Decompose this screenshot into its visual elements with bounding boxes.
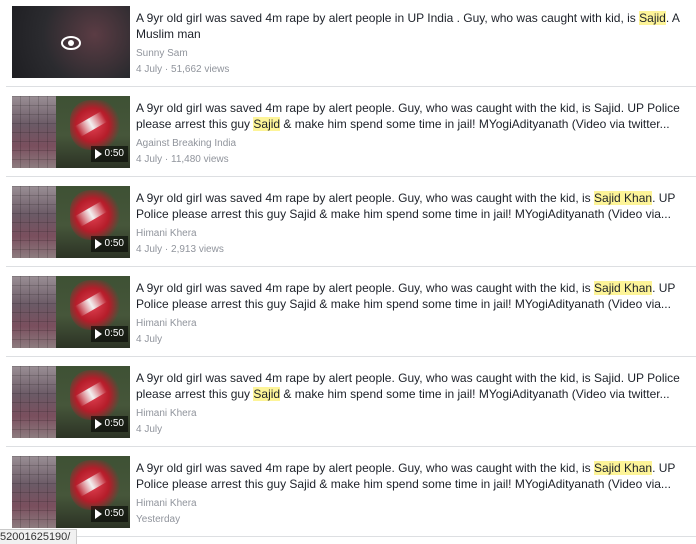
blurred-person	[12, 366, 56, 438]
play-icon	[94, 149, 102, 159]
duration-text: 0:50	[104, 508, 124, 519]
highlighted-keyword: Sajid Khan	[594, 281, 653, 295]
video-duration-badge: 0:50	[90, 146, 128, 162]
video-thumbnail[interactable]: 0:50	[12, 96, 130, 168]
eye-icon	[60, 32, 82, 54]
title-text: & make him spend some time in jail! MYog…	[280, 117, 670, 131]
result-content: A 9yr old girl was saved 4m rape by aler…	[136, 190, 692, 256]
result-title[interactable]: A 9yr old girl was saved 4m rape by aler…	[136, 370, 692, 402]
blurred-person	[12, 276, 56, 348]
result-row[interactable]: A 9yr old girl was saved 4m rape by aler…	[6, 0, 696, 87]
post-meta: 4 July · 51,662 views	[136, 64, 230, 75]
result-title[interactable]: A 9yr old girl was saved 4m rape by aler…	[136, 100, 692, 132]
duration-text: 0:50	[104, 418, 124, 429]
result-content: A 9yr old girl was saved 4m rape by aler…	[136, 100, 692, 166]
result-title[interactable]: A 9yr old girl was saved 4m rape by aler…	[136, 10, 692, 42]
highlighted-keyword: Sajid	[253, 117, 281, 131]
video-duration-badge: 0:50	[90, 326, 128, 342]
title-text: A 9yr old girl was saved 4m rape by aler…	[136, 281, 595, 295]
highlighted-keyword: Sajid Khan	[594, 191, 653, 205]
result-title[interactable]: A 9yr old girl was saved 4m rape by aler…	[136, 190, 692, 222]
post-meta: 4 July · 2,913 views	[136, 244, 224, 255]
status-bar-url: 52001625190/	[0, 529, 78, 544]
highlighted-keyword: Sajid	[253, 387, 281, 401]
play-icon	[94, 239, 102, 249]
title-text: A 9yr old girl was saved 4m rape by aler…	[136, 191, 595, 205]
post-meta: 4 July	[136, 334, 163, 345]
result-title[interactable]: A 9yr old girl was saved 4m rape by aler…	[136, 460, 692, 492]
video-thumbnail[interactable]: 0:50	[12, 456, 130, 528]
search-results-list: A 9yr old girl was saved 4m rape by aler…	[0, 0, 696, 544]
highlighted-keyword: Sajid	[639, 11, 666, 25]
result-content: A 9yr old girl was saved 4m rape by aler…	[136, 460, 692, 526]
post-meta: Yesterday	[136, 514, 181, 525]
blurred-person	[12, 186, 56, 258]
result-content: A 9yr old girl was saved 4m rape by aler…	[136, 10, 692, 76]
post-meta: 4 July	[136, 424, 163, 435]
video-duration-badge: 0:50	[90, 236, 128, 252]
result-content: A 9yr old girl was saved 4m rape by aler…	[136, 280, 692, 346]
title-text: A 9yr old girl was saved 4m rape by aler…	[136, 461, 595, 475]
video-duration-badge: 0:50	[90, 416, 128, 432]
highlighted-keyword: Sajid Khan	[594, 461, 653, 475]
result-row[interactable]: 0:50 A 9yr old girl was saved 4m rape by …	[6, 180, 696, 267]
result-content: A 9yr old girl was saved 4m rape by aler…	[136, 370, 692, 436]
video-thumbnail[interactable]: 0:50	[12, 186, 130, 258]
video-duration-badge: 0:50	[90, 506, 128, 522]
video-thumbnail[interactable]: 0:50	[12, 366, 130, 438]
play-icon	[94, 509, 102, 519]
blurred-person	[12, 456, 56, 528]
author-name[interactable]: Himani Khera	[136, 408, 692, 420]
video-thumbnail[interactable]	[12, 6, 130, 78]
author-name[interactable]: Himani Khera	[136, 318, 692, 330]
post-meta: 4 July · 11,480 views	[136, 154, 229, 165]
result-title[interactable]: A 9yr old girl was saved 4m rape by aler…	[136, 280, 692, 312]
result-row[interactable]: 0:50 A 9yr old girl was saved 4m rape by …	[6, 270, 696, 357]
video-thumbnail[interactable]: 0:50	[12, 276, 130, 348]
author-name[interactable]: Against Breaking India	[136, 138, 692, 150]
play-icon	[94, 329, 102, 339]
result-row[interactable]: 0:50 A 9yr old girl was saved 4m rape by …	[6, 450, 696, 537]
title-text: A 9yr old girl was saved 4m rape by aler…	[136, 11, 640, 25]
author-name[interactable]: Sunny Sam	[136, 48, 692, 60]
blurred-person	[12, 96, 56, 168]
duration-text: 0:50	[104, 238, 124, 249]
duration-text: 0:50	[104, 148, 124, 159]
author-name[interactable]: Himani Khera	[136, 228, 692, 240]
result-row[interactable]: 0:50 A 9yr old girl was saved 4m rape by …	[6, 360, 696, 447]
duration-text: 0:50	[104, 328, 124, 339]
author-name[interactable]: Himani Khera	[136, 498, 692, 510]
play-icon	[94, 419, 102, 429]
result-row[interactable]: 0:50 A 9yr old girl was saved 4m rape by …	[6, 90, 696, 177]
title-text: & make him spend some time in jail! MYog…	[280, 387, 670, 401]
